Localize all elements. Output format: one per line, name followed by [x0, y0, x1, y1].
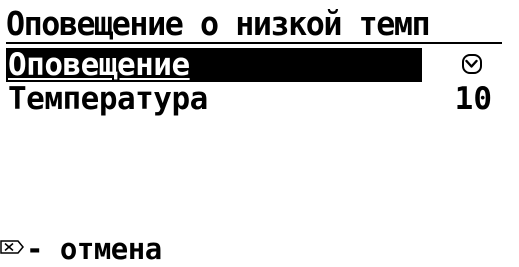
- lcd-screen: Оповещение о низкой темп Оповещение Темп…: [0, 0, 519, 267]
- checkbox-checked-icon[interactable]: [462, 54, 482, 74]
- cancel-key-icon: [0, 240, 24, 254]
- menu-item-temperature-label: Температура: [8, 81, 208, 117]
- menu-item-temperature-value: 10: [454, 81, 492, 117]
- menu-item-alert[interactable]: Оповещение: [6, 48, 502, 82]
- screen-title: Оповещение о низкой темп: [6, 6, 431, 42]
- menu-item-temperature[interactable]: Температура 10: [6, 82, 502, 116]
- title-underline: [6, 42, 502, 44]
- footer-cancel-label: - отмена: [26, 232, 162, 266]
- menu-item-alert-label: Оповещение: [8, 47, 190, 83]
